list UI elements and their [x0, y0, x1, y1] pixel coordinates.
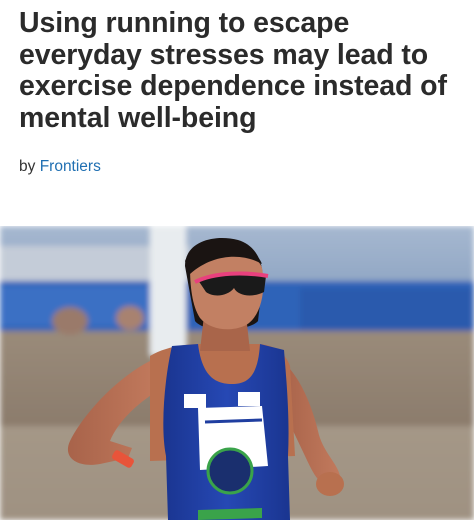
singlet-logo-badge	[206, 447, 254, 495]
runner-photo	[0, 226, 474, 520]
article-hero-image	[0, 226, 474, 520]
article-headline: Using running to escape everyday stresse…	[19, 7, 447, 134]
author-link[interactable]: Frontiers	[40, 158, 101, 175]
byline-prefix: by	[19, 158, 36, 175]
byline: by Frontiers	[19, 158, 101, 176]
